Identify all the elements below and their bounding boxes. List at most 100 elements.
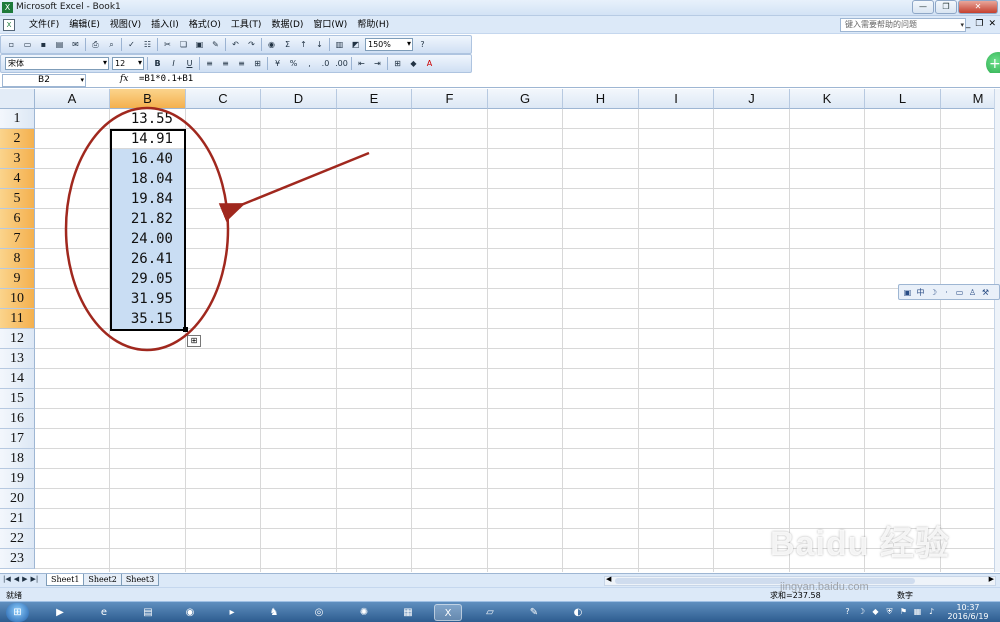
- doc-restore-icon[interactable]: ❐: [975, 19, 983, 29]
- row-header-1[interactable]: 1: [0, 109, 35, 129]
- new-icon[interactable]: ▫: [5, 38, 18, 51]
- column-header-l[interactable]: L: [865, 89, 941, 109]
- fill-handle[interactable]: [183, 327, 188, 332]
- row-header-22[interactable]: 22: [0, 529, 35, 549]
- scroll-thumb[interactable]: [615, 578, 915, 584]
- menu-item[interactable]: 窗口(W): [308, 19, 352, 32]
- percent-icon[interactable]: %: [287, 57, 300, 70]
- video-player-icon[interactable]: ▸: [218, 604, 246, 621]
- chevron-down-icon[interactable]: ▾: [103, 57, 107, 68]
- chart-wizard-icon[interactable]: ▥: [333, 38, 346, 51]
- row-header-21[interactable]: 21: [0, 509, 35, 529]
- menu-item[interactable]: 工具(T): [226, 19, 267, 32]
- menu-item[interactable]: 帮助(H): [352, 19, 394, 32]
- row-header-23[interactable]: 23: [0, 549, 35, 569]
- select-all-corner[interactable]: [0, 89, 35, 109]
- minimize-icon[interactable]: —: [912, 0, 934, 14]
- help-icon[interactable]: ?: [416, 38, 429, 51]
- last-sheet-icon[interactable]: ▶|: [31, 575, 39, 583]
- row-header-7[interactable]: 7: [0, 229, 35, 249]
- row-header-13[interactable]: 13: [0, 349, 35, 369]
- notebook-icon[interactable]: ▱: [476, 604, 504, 621]
- tab-sheet2[interactable]: Sheet2: [83, 574, 122, 586]
- scroll-right-icon[interactable]: ▶: [989, 575, 994, 583]
- font-size-select[interactable]: 12 ▾: [112, 57, 144, 70]
- decrease-indent-icon[interactable]: ⇤: [355, 57, 368, 70]
- undo-icon[interactable]: ↶: [229, 38, 242, 51]
- paint-icon[interactable]: ✎: [520, 604, 548, 621]
- font-color-icon[interactable]: A: [423, 57, 436, 70]
- qq-icon[interactable]: ♞: [260, 604, 288, 621]
- scroll-left-icon[interactable]: ◀: [606, 575, 611, 583]
- tray-help-icon[interactable]: ?: [842, 606, 853, 617]
- row-header-20[interactable]: 20: [0, 489, 35, 509]
- ime-logo-icon[interactable]: ▣: [902, 288, 913, 297]
- autofill-options-icon[interactable]: ⊞: [187, 335, 201, 347]
- tray-volume-icon[interactable]: ♪: [926, 606, 937, 617]
- sort-descending-icon[interactable]: ↓: [313, 38, 326, 51]
- next-sheet-icon[interactable]: ▶: [22, 575, 27, 583]
- menu-item[interactable]: 编辑(E): [64, 19, 105, 32]
- borders-icon[interactable]: ⊞: [391, 57, 404, 70]
- increase-decimal-icon[interactable]: .0: [319, 57, 332, 70]
- currency-icon[interactable]: ¥: [271, 57, 284, 70]
- row-header-15[interactable]: 15: [0, 389, 35, 409]
- hyperlink-icon[interactable]: ◉: [265, 38, 278, 51]
- format-painter-icon[interactable]: ✎: [209, 38, 222, 51]
- explorer-icon[interactable]: ▤: [134, 604, 162, 621]
- app-orange-icon[interactable]: ◉: [176, 604, 204, 621]
- row-header-12[interactable]: 12: [0, 329, 35, 349]
- chevron-down-icon[interactable]: ▾: [960, 19, 964, 31]
- increase-indent-icon[interactable]: ⇥: [371, 57, 384, 70]
- column-header-a[interactable]: A: [35, 89, 110, 109]
- tray-security-icon[interactable]: ◆: [870, 606, 881, 617]
- ime-keyboard-icon[interactable]: ▭: [954, 288, 965, 297]
- ime-tool-icon[interactable]: ⚒: [980, 288, 991, 297]
- row-header-16[interactable]: 16: [0, 409, 35, 429]
- clock[interactable]: 10:37 2016/6/19: [944, 603, 992, 621]
- research-icon[interactable]: ☷: [141, 38, 154, 51]
- cut-icon[interactable]: ✂: [161, 38, 174, 51]
- browser-green-icon[interactable]: ◎: [305, 604, 333, 621]
- column-header-b[interactable]: B: [110, 89, 186, 109]
- italic-button[interactable]: I: [167, 57, 180, 70]
- comma-style-icon[interactable]: ,: [303, 57, 316, 70]
- worksheet-grid[interactable]: A B C D E F G H I J K L M 1 2 3 4 5 6 7 8 9 10 11 12 13 14 15 16 17 18…: [0, 89, 994, 572]
- align-center-icon[interactable]: ≡: [219, 57, 232, 70]
- tray-network-icon[interactable]: ▦: [912, 606, 923, 617]
- align-left-icon[interactable]: ≡: [203, 57, 216, 70]
- spelling-icon[interactable]: ✓: [125, 38, 138, 51]
- bold-button[interactable]: B: [151, 57, 164, 70]
- formula-input[interactable]: =B1*0.1+B1: [139, 74, 193, 84]
- row-header-5[interactable]: 5: [0, 189, 35, 209]
- copy-icon[interactable]: ❏: [177, 38, 190, 51]
- column-header-k[interactable]: K: [790, 89, 865, 109]
- column-header-c[interactable]: C: [186, 89, 261, 109]
- help-search-input[interactable]: 键入需要帮助的问题 ▾: [840, 18, 966, 32]
- row-header-2[interactable]: 2: [0, 129, 35, 149]
- save-icon[interactable]: ▪: [37, 38, 50, 51]
- underline-button[interactable]: U: [183, 57, 196, 70]
- fill-color-icon[interactable]: ◆: [407, 57, 420, 70]
- tray-moon-icon[interactable]: ☽: [856, 606, 867, 617]
- ime-punct-icon[interactable]: ·: [941, 288, 952, 297]
- excel-app-icon[interactable]: X: [2, 2, 13, 13]
- sort-ascending-icon[interactable]: ↑: [297, 38, 310, 51]
- align-right-icon[interactable]: ≡: [235, 57, 248, 70]
- media-player-icon[interactable]: ▶: [46, 604, 74, 621]
- column-header-m[interactable]: M: [941, 89, 994, 109]
- row-header-14[interactable]: 14: [0, 369, 35, 389]
- column-header-i[interactable]: I: [639, 89, 714, 109]
- autosum-icon[interactable]: Σ: [281, 38, 294, 51]
- row-header-9[interactable]: 9: [0, 269, 35, 289]
- close-icon[interactable]: ✕: [958, 0, 998, 14]
- start-button[interactable]: ⊞: [6, 603, 29, 622]
- menu-item[interactable]: 格式(O): [184, 19, 226, 32]
- font-name-select[interactable]: 宋体 ▾: [5, 57, 109, 70]
- name-box[interactable]: B2 ▾: [2, 74, 86, 87]
- first-sheet-icon[interactable]: |◀: [3, 575, 11, 583]
- prev-sheet-icon[interactable]: ◀: [14, 575, 19, 583]
- cell-b1[interactable]: 13.55: [111, 109, 185, 129]
- ime-user-icon[interactable]: ♙: [967, 288, 978, 297]
- column-header-d[interactable]: D: [261, 89, 337, 109]
